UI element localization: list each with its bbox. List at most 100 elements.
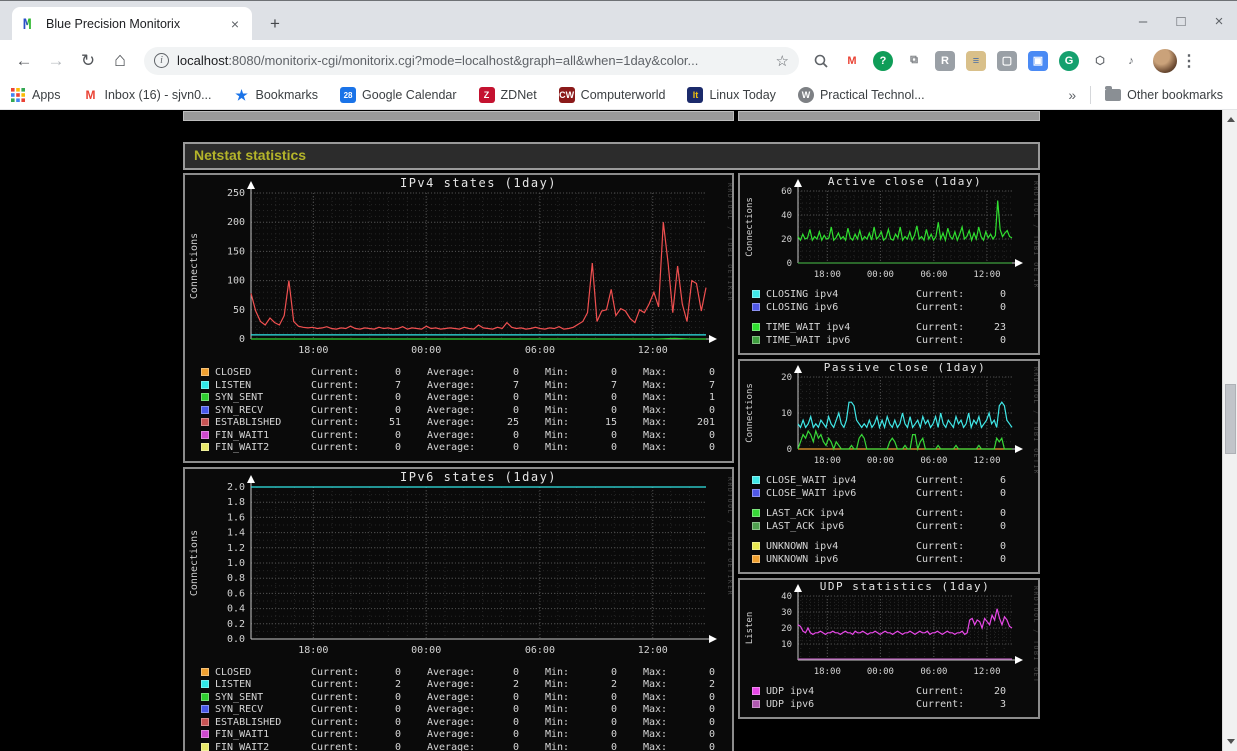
legend-value-current: 3 <box>999 698 1006 710</box>
tab-close-icon[interactable]: × <box>226 16 244 32</box>
profile-avatar[interactable] <box>1153 48 1177 73</box>
legend-series-label: UDP ipv6 <box>766 698 815 710</box>
gmail-icon: M <box>82 87 99 103</box>
keep-device-icon[interactable]: ▢ <box>997 50 1017 71</box>
puzzle-extensions-icon[interactable]: ⬡ <box>1090 50 1110 71</box>
svg-text:M: M <box>23 17 31 32</box>
legend-series-label: LAST_ACK ipv6 <box>766 520 845 532</box>
grammarly-icon[interactable]: G <box>1059 50 1079 71</box>
legend-value-current: 0 <box>999 289 1006 300</box>
legend-value-current: 0 <box>394 729 401 740</box>
svg-text:0: 0 <box>239 334 245 345</box>
scrollbar-thumb[interactable] <box>1225 384 1236 454</box>
svg-text:1.2: 1.2 <box>227 542 245 553</box>
legend-key-max: Max: <box>643 429 668 441</box>
svg-text:06:00: 06:00 <box>525 345 555 356</box>
svg-text:UDP statistics (1day): UDP statistics (1day) <box>820 580 991 593</box>
browser-tab[interactable]: M Blue Precision Monitorix × <box>12 7 252 41</box>
page-info-icon[interactable]: i <box>154 53 169 68</box>
legend-row: CLOSED Current: 0 Average: 0 Min: 0 Max: 0 <box>201 367 732 380</box>
legend-series-label: FIN_WAIT1 <box>215 729 270 740</box>
window-maximize-button[interactable]: □ <box>1173 13 1189 30</box>
legend-value-average: 0 <box>512 729 519 740</box>
legend-value-min: 15 <box>604 417 617 428</box>
legend-value-current: 7 <box>394 379 401 391</box>
svg-text:18:00: 18:00 <box>814 456 841 466</box>
bookmark-practical-technology[interactable]: W Practical Technol... <box>797 87 925 103</box>
legend-value-min: 0 <box>610 741 617 751</box>
legend-series-label: SYN_SENT <box>215 691 264 703</box>
legend-value-average: 0 <box>512 367 519 378</box>
legend-value-min: 0 <box>610 716 617 728</box>
legend-value-max: 201 <box>696 417 715 428</box>
svg-text:100: 100 <box>227 276 245 287</box>
gmail-icon[interactable]: M <box>842 50 862 71</box>
back-button[interactable]: ← <box>10 47 38 75</box>
legend-key-average: Average: <box>427 704 476 715</box>
scrollbar-up-arrow[interactable] <box>1223 112 1237 127</box>
page-scrollbar[interactable] <box>1222 110 1237 751</box>
copy-pages-icon[interactable]: ⧉ <box>904 50 924 71</box>
bookmark-bookmarks[interactable]: ★ Bookmarks <box>234 87 318 103</box>
legend-key-current: Current: <box>916 686 965 697</box>
legend-color-swatch <box>201 742 209 751</box>
playlist-icon[interactable]: ♪ <box>1121 50 1141 71</box>
legend-color-swatch <box>201 730 209 738</box>
legend-series-label: LISTEN <box>215 379 252 391</box>
legend-key-min: Min: <box>545 367 570 378</box>
legend-value-current: 0 <box>999 541 1006 552</box>
legend-value-average: 2 <box>512 679 519 690</box>
bookmark-inbox[interactable]: M Inbox (16) - sjvn0... <box>82 87 212 103</box>
legend-value-max: 0 <box>708 367 715 378</box>
legend-key-max: Max: <box>643 729 668 740</box>
legend-color-swatch <box>201 368 209 376</box>
legend-value-max: 0 <box>708 666 715 678</box>
svg-text:20: 20 <box>781 373 792 383</box>
legend-row: FIN_WAIT2 Current: 0 Average: 0 Min: 0 Max: 0 <box>201 742 732 751</box>
new-tab-button[interactable]: + <box>262 11 288 37</box>
legend-row: UDP ipv6 Current: 3 <box>752 699 1038 712</box>
browser-titlebar: M Blue Precision Monitorix × + – □ × <box>0 0 1237 41</box>
r-extension-icon[interactable]: R <box>935 50 955 71</box>
svg-text:IPv6 states (1day): IPv6 states (1day) <box>400 470 557 484</box>
url-bar[interactable]: i localhost :8080/monitorix-cgi/monitori… <box>144 46 799 75</box>
legend-key-max: Max: <box>643 666 668 678</box>
legend-key-max: Max: <box>643 691 668 703</box>
reload-button[interactable]: ↻ <box>74 47 102 75</box>
scrollbar-down-arrow[interactable] <box>1223 734 1237 749</box>
bookmark-apps[interactable]: Apps <box>10 87 61 103</box>
legend-key-average: Average: <box>427 392 476 403</box>
legend-key-min: Min: <box>545 417 570 428</box>
zoom-camera-icon[interactable]: ▣ <box>1028 50 1048 71</box>
legend-row: ESTABLISHED Current: 0 Average: 0 Min: 0 Max: 0 <box>201 717 732 730</box>
bookmarks-overflow-chevron[interactable]: » <box>1068 87 1076 103</box>
bookmark-star-icon[interactable]: ☆ <box>776 52 789 70</box>
bookmark-computerworld[interactable]: CW Computerworld <box>558 87 665 103</box>
bookmark-google-calendar[interactable]: 28 Google Calendar <box>340 87 457 103</box>
legend-value-max: 0 <box>708 442 715 453</box>
other-bookmarks-button[interactable]: Other bookmarks <box>1105 86 1223 102</box>
legend-key-max: Max: <box>643 442 668 453</box>
legend-value-current: 6 <box>999 475 1006 486</box>
forward-button[interactable]: → <box>42 47 70 75</box>
search-icon[interactable] <box>811 51 831 71</box>
svg-text:00:00: 00:00 <box>411 345 441 356</box>
svg-text:00:00: 00:00 <box>867 456 894 466</box>
url-path: :8080/monitorix-cgi/monitorix.cgi?mode=l… <box>228 53 699 68</box>
books-stack-icon[interactable]: ≡ <box>966 50 986 71</box>
browser-menu-icon[interactable]: ⋮ <box>1181 51 1197 71</box>
legend-value-max: 0 <box>708 729 715 740</box>
bookmark-linux-today[interactable]: lt Linux Today <box>687 87 776 103</box>
window-close-button[interactable]: × <box>1211 13 1227 30</box>
legend-series-label: CLOSED <box>215 666 252 678</box>
hangouts-icon[interactable]: ? <box>873 50 893 71</box>
home-button[interactable]: ⌂ <box>106 47 134 75</box>
bookmarks-bar: Apps M Inbox (16) - sjvn0... ★ Bookmarks 28 Go… <box>0 81 1237 110</box>
legend-value-max: 0 <box>708 741 715 751</box>
window-minimize-button[interactable]: – <box>1135 13 1151 30</box>
svg-text:06:00: 06:00 <box>920 270 947 280</box>
legend-row: UNKNOWN ipv4 Current: 0 <box>752 541 1038 554</box>
svg-text:18:00: 18:00 <box>814 667 841 677</box>
bookmark-zdnet[interactable]: Z ZDNet <box>478 87 537 103</box>
legend-row: TIME_WAIT ipv4 Current: 23 <box>752 322 1038 335</box>
